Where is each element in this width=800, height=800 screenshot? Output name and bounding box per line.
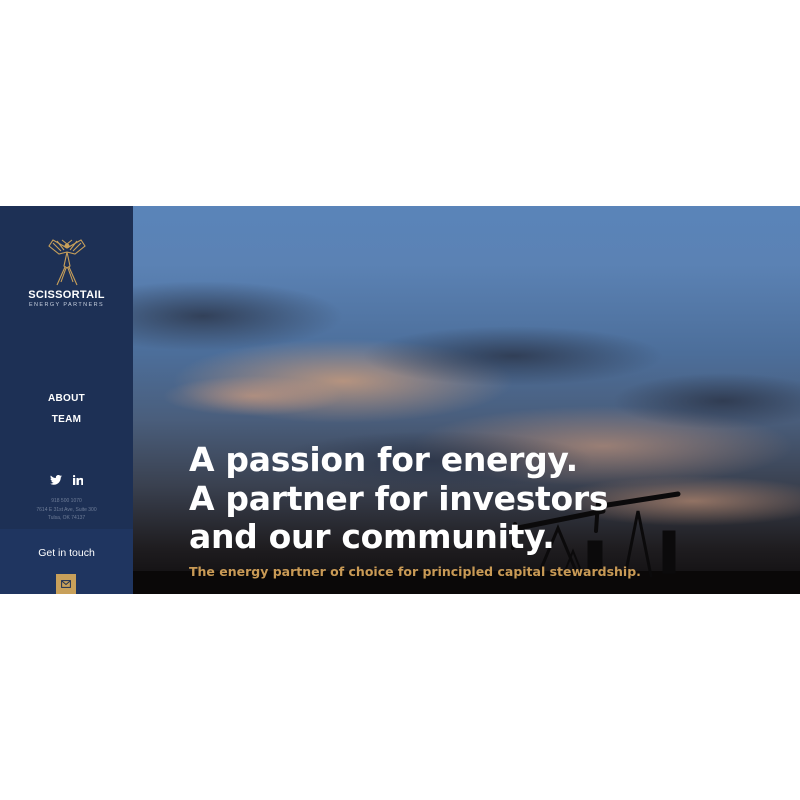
hero-section: A passion for energy. A partner for inve… [133, 206, 800, 594]
main-nav: ABOUT TEAM [0, 388, 133, 430]
hero-headline-line-2: A partner for investors [189, 478, 609, 518]
scissortail-bird-icon [47, 239, 86, 286]
sidebar: SCISSORTAIL ENERGY PARTNERS ABOUT TEAM 9… [0, 206, 133, 594]
nav-item-team[interactable]: TEAM [0, 409, 133, 430]
hero-headline-line-1: A passion for energy. [189, 440, 578, 479]
nav-item-about[interactable]: ABOUT [0, 388, 133, 409]
social-links [0, 474, 133, 486]
mail-icon [61, 580, 71, 588]
get-in-touch-label[interactable]: Get in touch [0, 547, 133, 559]
hero-tagline: The energy partner of choice for princip… [189, 564, 641, 579]
brand-name: SCISSORTAIL [28, 289, 105, 301]
linkedin-icon[interactable] [72, 474, 84, 486]
contact-phone[interactable]: 918 500 1070 [0, 497, 133, 506]
brand-subtitle: ENERGY PARTNERS [28, 302, 105, 308]
site-frame: SCISSORTAIL ENERGY PARTNERS ABOUT TEAM 9… [0, 206, 800, 594]
twitter-icon[interactable] [49, 474, 62, 486]
hero-headline: A passion for energy. A partner for inve… [189, 440, 609, 557]
hero-headline-line-3: and our community. [189, 517, 555, 556]
contact-address-line2: Tulsa, OK 74137 [47, 515, 86, 521]
get-in-touch-panel: Get in touch [0, 529, 133, 594]
mail-button[interactable] [56, 574, 76, 594]
brand-logo[interactable]: SCISSORTAIL ENERGY PARTNERS [0, 236, 133, 308]
contact-address-line1: 7614 E 31st Ave, Suite 300 [36, 506, 97, 513]
contact-details: 918 500 1070 7614 E 31st Ave, Suite 300 … [0, 497, 133, 523]
